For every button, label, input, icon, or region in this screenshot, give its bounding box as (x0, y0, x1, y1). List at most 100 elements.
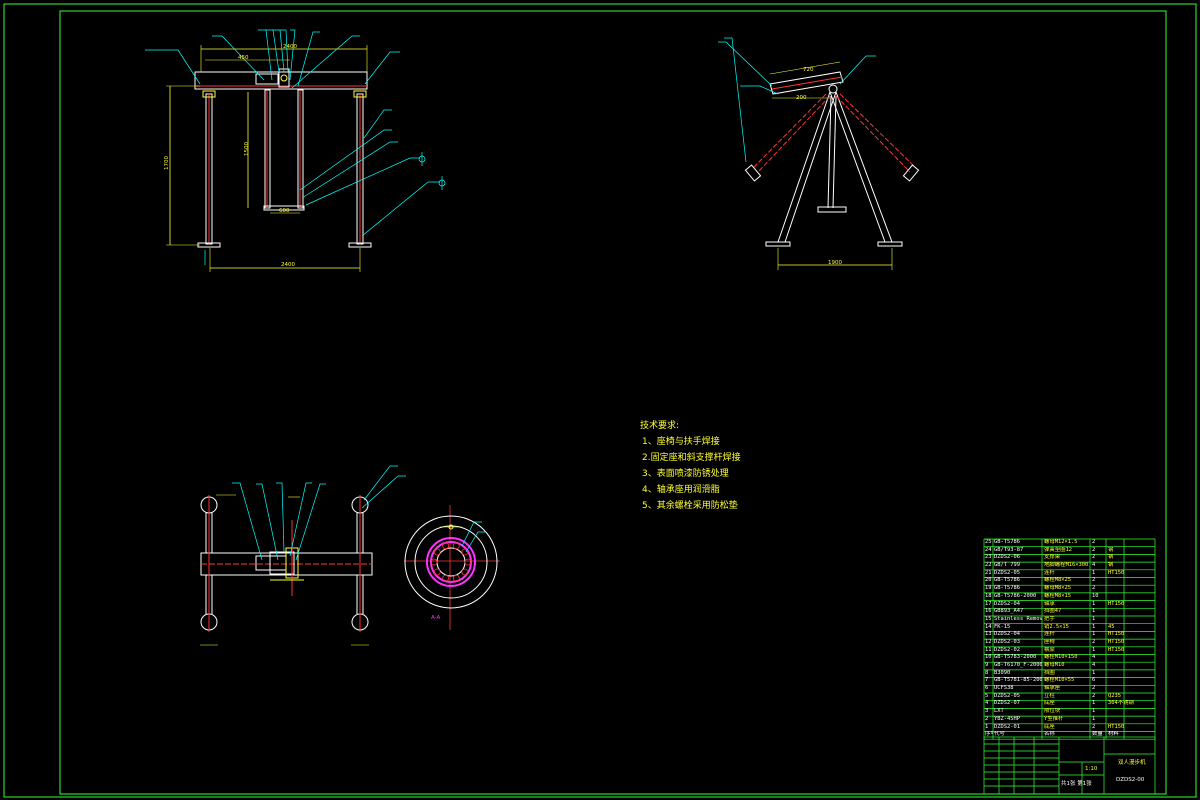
bom-no: 19 (985, 585, 992, 592)
dim-height: 1700 (164, 156, 170, 170)
bom-code: DZDS2-01 (994, 723, 1020, 730)
bom-header: 序号代号 名称 数量材料 (984, 731, 1155, 739)
bom-qty: 2 (1092, 685, 1096, 692)
bom-qty: 10 (1092, 592, 1099, 599)
bom-no: 18 (985, 592, 992, 599)
bom-row: 6 UCFS38 轴承座 2 (984, 685, 1155, 693)
drawing-name: 双人漫步机 (1118, 760, 1146, 766)
bom-material: Q235 (1108, 692, 1121, 699)
bom-row: 14 FK-15 销2.5×15 1 45 (984, 624, 1155, 632)
bom-no: 12 (985, 638, 992, 645)
bom-no: 11 (985, 646, 992, 653)
bom-row: 17 DZDS2-04 轴承 1 HT150 (984, 601, 1155, 609)
bearing-ball (433, 548, 441, 556)
bom-material: HT150 (1108, 638, 1125, 645)
drawing-code: DZDS2-00 (1116, 777, 1145, 783)
bom-name: 连杆 (1044, 631, 1055, 638)
bom-name: 底座 (1044, 723, 1055, 730)
bom-material: HT150 (1108, 646, 1125, 653)
drawing-scale: 1:10 (1085, 766, 1098, 772)
bom-no: 14 (985, 623, 992, 630)
bom-name: 把手 (1044, 615, 1055, 622)
top-view (200, 465, 406, 646)
bom-code: FK-15 (994, 623, 1011, 630)
bom-row: 1 DZDS2-01 底座 2 HT150 (984, 724, 1155, 732)
bom-qty: 2 (1092, 585, 1096, 592)
bom-qty: 2 (1092, 577, 1096, 584)
bom-name: Y型推杆 (1044, 715, 1064, 722)
bom-row: 12 DZDS2-03 座椅 2 HT150 (984, 639, 1155, 647)
bom-material: 304不锈钢 (1108, 700, 1134, 707)
dim-pedal-width: 600 (279, 208, 290, 214)
bom-code: GB/T 799 (994, 562, 1020, 569)
technical-requirements: 技术要求: 1、座椅与扶手焊接 2.固定座和斜支撑杆焊接 3、表面喷漆防锈处理 … (640, 418, 741, 514)
bom-name: 螺母M10 (1044, 662, 1065, 668)
bom-row: 3 LXT 限位块 1 (984, 708, 1155, 716)
bom-qty: 4 (1092, 662, 1096, 668)
bom-row: 15Stainless Removal把手 1 (984, 616, 1155, 624)
bom-material: HT150 (1108, 631, 1125, 638)
bom-row: 16 GB893_A47 挡圈47 1 (984, 608, 1155, 616)
bom-row: 2 YBZ-45HP Y型推杆 1 (984, 716, 1155, 724)
bom-qty: 1 (1092, 715, 1096, 722)
bom-no: 22 (985, 562, 992, 569)
bom-code: GB-T5786 (994, 539, 1020, 545)
bom-code: DZDS2-04 (994, 631, 1020, 638)
bom-code: Stainless Removal (994, 615, 1042, 622)
bom-qty: 1 (1092, 700, 1096, 707)
tech-req-item-1: 1、座椅与扶手焊接 (642, 437, 720, 447)
bom-header-cell: 数量 (1092, 731, 1102, 738)
tech-req-item-2: 2.固定座和斜支撑杆焊接 (642, 453, 741, 463)
bom-qty: 1 (1092, 569, 1096, 576)
bom-code: GB-T5781-85-2000 (994, 677, 1042, 684)
bom-row: 11 DZDS2-02 横梁 1 HT150 (984, 647, 1155, 655)
section-label: A-A (431, 615, 441, 621)
bom-qty: 1 (1092, 669, 1096, 676)
bom-no: 6 (985, 685, 989, 692)
bom-material: HT150 (1108, 723, 1125, 730)
bom-name: 螺母M8×25 (1044, 585, 1072, 592)
bom-name: 螺母M12×1.5 (1044, 539, 1078, 545)
bom-qty: 1 (1092, 623, 1096, 630)
bom-name: 底座 (1044, 700, 1055, 707)
bom-name: 挡圈 (1044, 669, 1055, 676)
bom-no: 5 (985, 692, 989, 699)
bom-qty: 4 (1092, 654, 1096, 661)
bom-no: 9 (985, 662, 989, 668)
bom-material: HT150 (1108, 600, 1125, 607)
dim-side-beam: 720 (803, 67, 814, 73)
bom-row: 22 GB/T 799 地脚螺栓M16×300 4 钢 (984, 562, 1155, 570)
bom-code: DZDS2-02 (994, 646, 1020, 653)
sheet-info: 共1张 第1张 (1061, 781, 1092, 787)
bom-row: 9 GB-T6170_F-2000 螺母M10 4 (984, 662, 1155, 670)
bom-code: DZDS2-04 (994, 600, 1020, 607)
bom-header-cell: 材料 (1108, 731, 1119, 738)
bom-qty: 4 (1092, 562, 1096, 569)
bearing-ball (461, 568, 469, 576)
bom-code: DZDS2-05 (994, 692, 1020, 699)
bom-qty: 1 (1092, 600, 1096, 607)
bom-code: DZDS2-03 (994, 638, 1020, 645)
tech-req-title: 技术要求: (640, 421, 680, 431)
bom-row: 4 DZDS2-07 底座 1 304不锈钢 (984, 700, 1155, 708)
bom-name: 轴承 (1044, 600, 1055, 607)
bom-code: YBZ-45HP (994, 715, 1020, 722)
bom-code: DZDS2-07 (994, 700, 1020, 707)
side-view (718, 37, 920, 270)
bom-row: 24 GB/T93-87 弹簧垫圈12 2 钢 (984, 547, 1155, 555)
bom-no: 15 (985, 615, 992, 622)
bom-code: UCFS38 (994, 685, 1014, 692)
bom-header-cell: 代号 (994, 731, 1005, 738)
bom-row: 8 B3090 挡圈 1 (984, 670, 1155, 678)
bom-name: 立柱 (1044, 692, 1055, 699)
bom-no: 8 (985, 669, 989, 676)
bom-name: 销2.5×15 (1044, 623, 1069, 630)
bom-name: 连杆 (1044, 569, 1055, 576)
bom-no: 17 (985, 600, 992, 607)
bom-no: 13 (985, 631, 992, 638)
bom-row: 7 GB-T5781-85-2000 螺栓M10×55 6 (984, 677, 1155, 685)
dim-side-span: 1900 (828, 260, 842, 266)
bom-no: 25 (985, 539, 992, 545)
bom-qty: 2 (1092, 539, 1096, 545)
bom-material: HT150 (1108, 569, 1125, 576)
